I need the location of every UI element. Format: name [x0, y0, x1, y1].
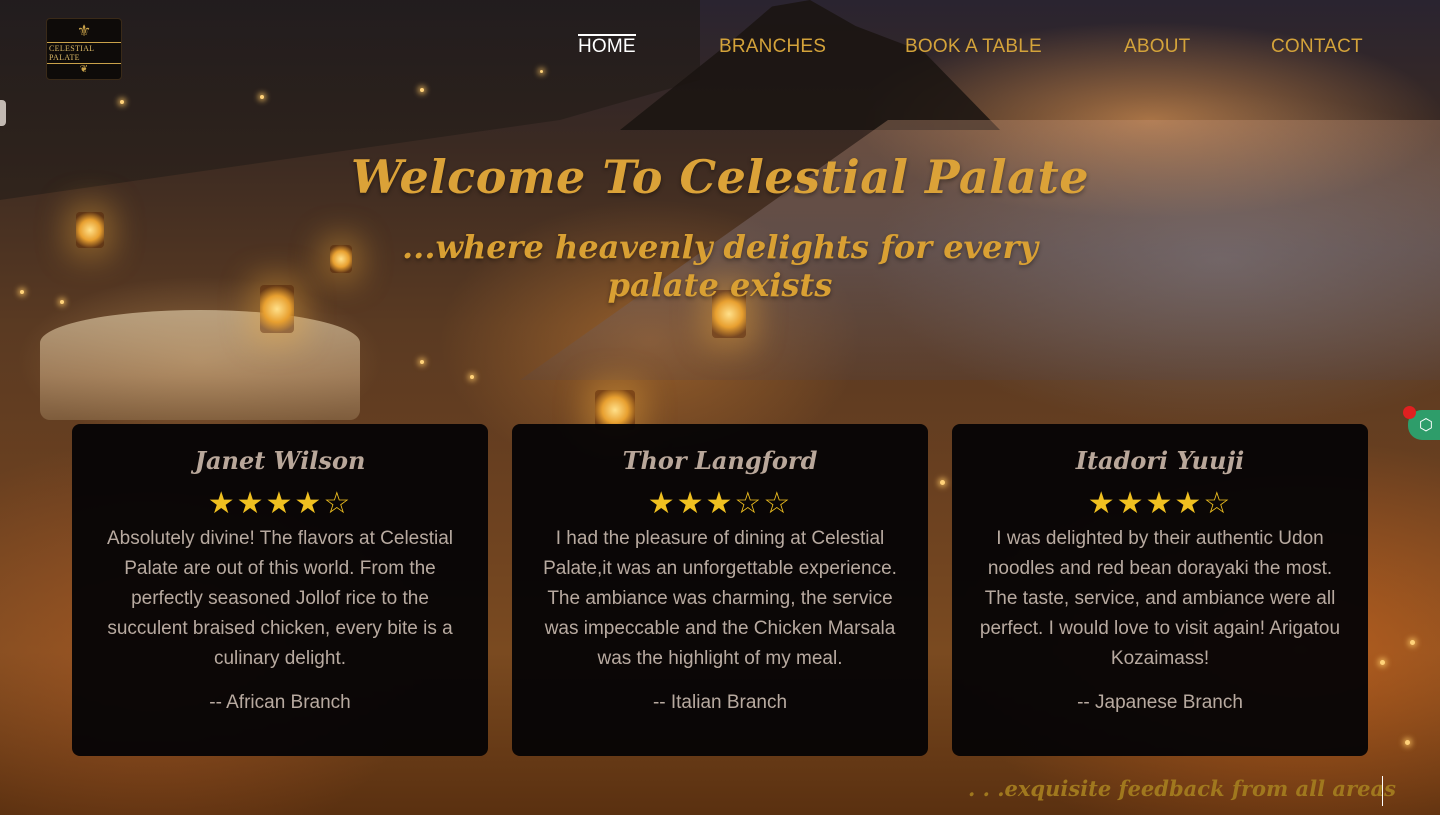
string-light: [1405, 740, 1410, 745]
string-light: [260, 95, 264, 99]
background-table: [40, 310, 360, 420]
review-text: I was delighted by their authentic Udon …: [979, 528, 1341, 669]
text-cursor: [1382, 776, 1383, 806]
nav-home[interactable]: HOME: [578, 34, 636, 58]
review-text: Absolutely divine! The flavors at Celest…: [106, 528, 454, 669]
hero-title: Welcome To Celestial Palate: [351, 150, 1089, 204]
string-light: [420, 360, 424, 364]
side-tab-handle[interactable]: [0, 100, 6, 126]
review-card: Thor Langford ★★★☆☆ I had the pleasure o…: [512, 424, 928, 756]
review-card: Itadori Yuuji ★★★★☆ I was delighted by t…: [952, 424, 1368, 756]
nav-contact[interactable]: CONTACT: [1271, 36, 1363, 58]
review-branch: -- Japanese Branch: [1077, 692, 1243, 713]
lantern-decoration: [260, 285, 294, 333]
nav-about[interactable]: ABOUT: [1124, 36, 1190, 58]
nav-branches[interactable]: BRANCHES: [719, 36, 826, 58]
review-card: Janet Wilson ★★★★☆ Absolutely divine! Th…: [72, 424, 488, 756]
string-light: [60, 300, 64, 304]
review-text: I had the pleasure of dining at Celestia…: [543, 528, 897, 669]
string-light: [1410, 640, 1415, 645]
hero-subtitle: ...where heavenly delights for every pal…: [402, 228, 1038, 304]
lantern-decoration: [76, 212, 104, 248]
main-nav: HOME BRANCHES BOOK A TABLE ABOUT CONTACT: [0, 34, 1440, 66]
star-rating: ★★★★☆: [207, 487, 353, 520]
string-light: [20, 290, 24, 294]
star-rating: ★★★★☆: [1087, 487, 1233, 520]
string-light: [120, 100, 124, 104]
reviewer-name: Itadori Yuuji: [1075, 446, 1245, 475]
lantern-decoration: [330, 245, 352, 273]
notification-dot: [1403, 406, 1416, 419]
flourish-icon: ❦: [79, 63, 89, 75]
review-branch: -- Italian Branch: [652, 692, 788, 713]
star-rating: ★★★☆☆: [647, 487, 793, 520]
site-header: ⚜ CELESTIAL PALATE ❦ HOME BRANCHES BOOK …: [0, 0, 1440, 90]
reviewer-name: Thor Langford: [622, 446, 818, 475]
reviews-tagline: . . .exquisite feedback from all areas: [968, 776, 1396, 801]
nav-book-a-table[interactable]: BOOK A TABLE: [905, 36, 1042, 58]
string-light: [1380, 660, 1385, 665]
reviews-section: Janet Wilson ★★★★☆ Absolutely divine! Th…: [72, 424, 1368, 756]
reviewer-name: Janet Wilson: [194, 446, 366, 475]
string-light: [470, 375, 474, 379]
review-branch: -- African Branch: [209, 692, 351, 713]
